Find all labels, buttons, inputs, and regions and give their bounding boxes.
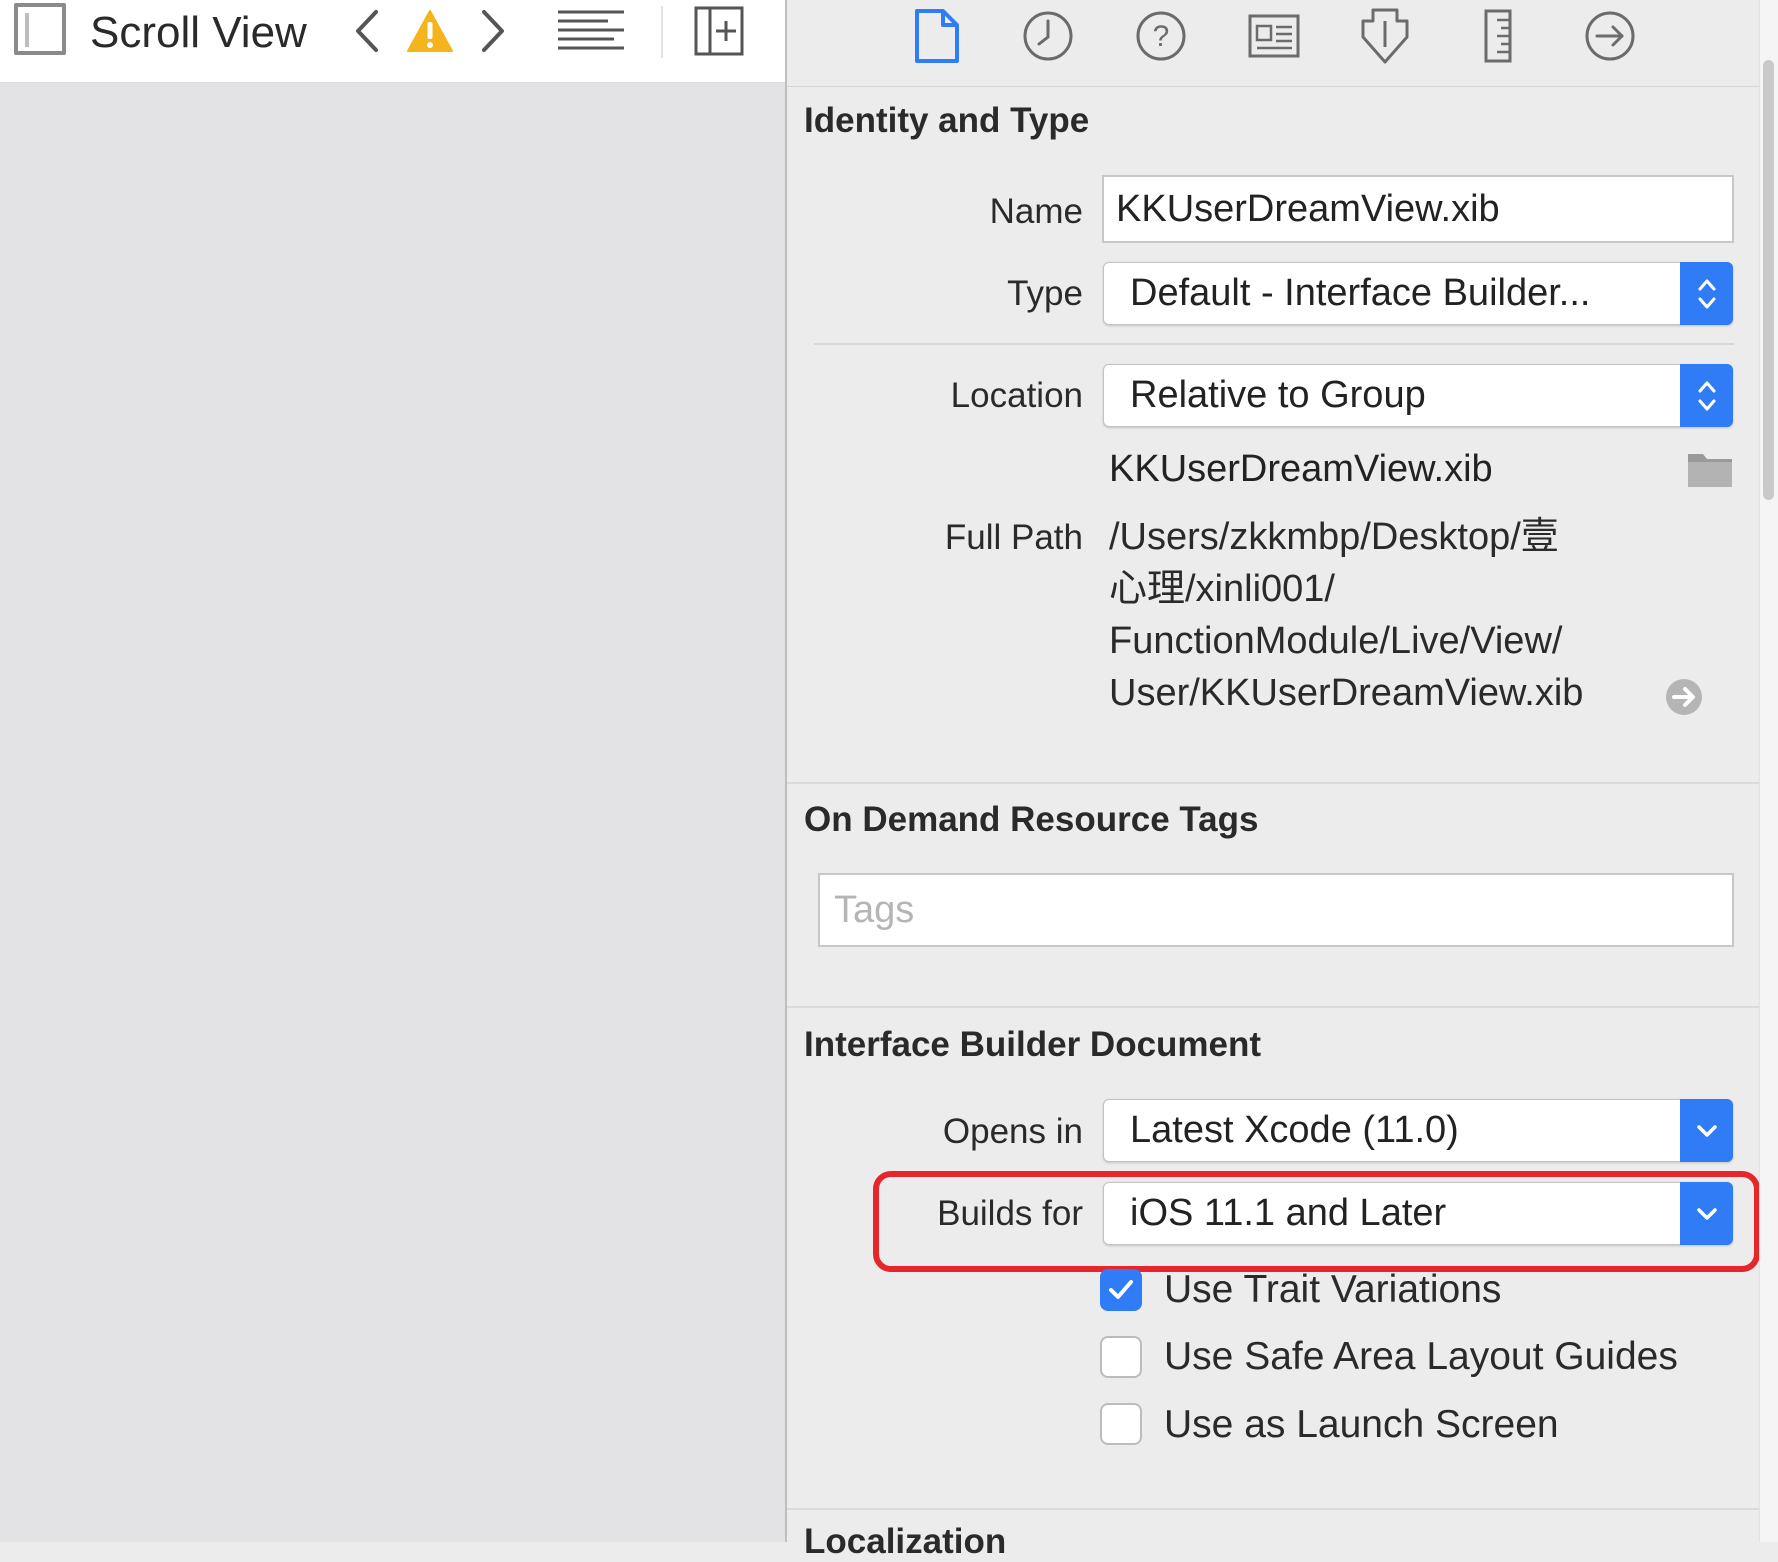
divider: [814, 343, 1734, 345]
section-separator: [787, 782, 1759, 784]
section-separator: [787, 1006, 1759, 1008]
back-chevron-icon[interactable]: [352, 0, 382, 62]
full-path: /Users/zkkmbp/Desktop/壹 心理/xinli001/ Fun…: [1109, 511, 1669, 719]
connections-icon[interactable]: [1580, 6, 1640, 66]
type-value: Default - Interface Builder...: [1130, 272, 1591, 314]
name-field[interactable]: KKUserDreamView.xib: [1102, 175, 1734, 243]
view-icon: [14, 3, 66, 55]
on-demand-heading: On Demand Resource Tags: [804, 800, 1259, 839]
use-trait-variations-label[interactable]: Use Trait Variations: [1164, 1268, 1501, 1312]
quick-help-icon[interactable]: ?: [1131, 6, 1191, 66]
file-name: KKUserDreamView.xib: [1109, 448, 1493, 490]
opens-in-popup[interactable]: Latest Xcode (11.0): [1103, 1099, 1733, 1162]
popup-stepper-icon: [1680, 262, 1733, 325]
warning-icon[interactable]: [404, 0, 456, 62]
use-as-launch-screen-checkbox[interactable]: [1100, 1403, 1142, 1445]
file-inspector: ? Identity and Type Name KKUserDreamView…: [785, 0, 1760, 1561]
full-path-line: 心理/xinli001/: [1109, 568, 1335, 610]
add-editor-icon[interactable]: [694, 0, 744, 62]
popup-stepper-icon: [1680, 364, 1733, 427]
checkmark-icon: [1109, 1280, 1133, 1299]
ib-document-heading: Interface Builder Document: [804, 1025, 1262, 1064]
reveal-in-finder-icon[interactable]: [1665, 678, 1703, 721]
use-safe-area-checkbox[interactable]: [1100, 1336, 1142, 1378]
toolbar-divider: [661, 6, 663, 58]
lines-icon[interactable]: [556, 0, 626, 62]
full-path-line: FunctionModule/Live/View/: [1109, 620, 1563, 662]
svg-text:?: ?: [1153, 20, 1170, 53]
identity-and-type-heading: Identity and Type: [804, 101, 1090, 140]
section-separator: [787, 1508, 1759, 1510]
full-path-line: /Users/zkkmbp/Desktop/壹: [1109, 516, 1559, 558]
tags-input[interactable]: Tags: [818, 873, 1734, 947]
canvas-area: Scroll View: [0, 0, 785, 1542]
attributes-icon[interactable]: [1355, 6, 1415, 66]
identity-icon[interactable]: [1244, 6, 1304, 66]
full-path-label: Full Path: [944, 518, 1083, 557]
inspector-scroll-thumb[interactable]: [1763, 60, 1774, 500]
opens-in-value: Latest Xcode (11.0): [1130, 1109, 1459, 1151]
size-icon[interactable]: [1468, 6, 1528, 66]
builds-for-popup[interactable]: iOS 11.1 and Later: [1103, 1182, 1733, 1245]
jump-bar-title[interactable]: Scroll View: [90, 8, 307, 58]
use-as-launch-screen-label[interactable]: Use as Launch Screen: [1164, 1403, 1559, 1447]
forward-chevron-icon[interactable]: [478, 0, 508, 62]
opens-in-label: Opens in: [942, 1112, 1083, 1151]
builds-for-label: Builds for: [937, 1194, 1083, 1233]
full-path-line: User/KKUserDreamView.xib: [1109, 672, 1584, 714]
chevron-down-icon: [1680, 1182, 1733, 1245]
file-icon[interactable]: [907, 6, 967, 66]
inspector-tab-bar: ?: [787, 0, 1759, 87]
use-safe-area-label[interactable]: Use Safe Area Layout Guides: [1164, 1335, 1678, 1379]
type-popup[interactable]: Default - Interface Builder...: [1103, 262, 1733, 325]
location-label: Location: [950, 376, 1083, 415]
chevron-down-icon: [1680, 1099, 1733, 1162]
location-value: Relative to Group: [1130, 374, 1426, 416]
builds-for-value: iOS 11.1 and Later: [1130, 1192, 1447, 1234]
jump-bar: Scroll View: [0, 0, 785, 83]
history-icon[interactable]: [1018, 6, 1078, 66]
use-trait-variations-checkbox[interactable]: [1100, 1269, 1142, 1311]
folder-icon[interactable]: [1687, 448, 1733, 493]
location-popup[interactable]: Relative to Group: [1103, 364, 1733, 427]
localization-heading: Localization: [804, 1522, 1007, 1561]
name-label: Name: [989, 192, 1083, 231]
type-label: Type: [1007, 274, 1083, 313]
